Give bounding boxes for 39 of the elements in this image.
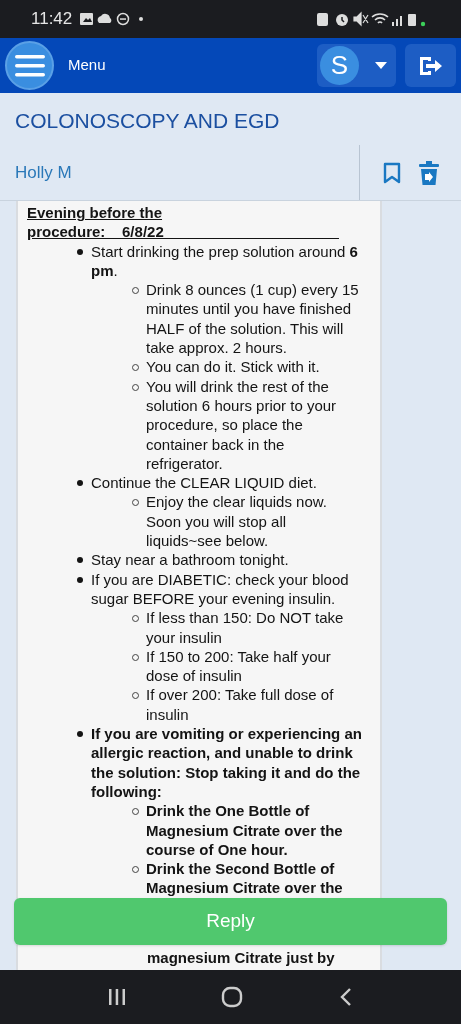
logout-button[interactable] (405, 44, 456, 87)
logout-icon (417, 54, 444, 77)
list-item-text: Enjoy the clear liquids now. Soon you will stop all liquids~see below. (146, 492, 328, 551)
bullet-icon (77, 731, 83, 737)
user-avatar: S (320, 46, 359, 85)
topic-title: COLONOSCOPY AND EGD (15, 108, 281, 134)
bullet-icon (77, 557, 83, 564)
reply-button[interactable]: Reply (14, 898, 447, 945)
list-item-text: If you are vomiting or experiencing an allergic reaction, and unable to drink the solution: Stop taking it and do the following: (91, 724, 363, 802)
list-item-text: magnesium Citrate just by (146, 947, 336, 968)
list-item-text: Continue the CLEAR LIQUID diet. (91, 473, 317, 493)
trash-icon (419, 160, 439, 185)
bullet-icon (77, 480, 83, 487)
back-icon[interactable] (339, 987, 354, 1007)
home-icon[interactable] (221, 986, 244, 1008)
list-item-text: Drink the Second Bottle of Magnesium Citrate over the (146, 859, 344, 898)
author-name: Holly M (15, 161, 73, 184)
list-item-text: You can do it. Stick with it. (146, 357, 321, 377)
clock: 11:42 (31, 8, 73, 31)
menu-label: Menu (68, 55, 106, 76)
list-item-text: If you are DIABETIC: check your blood sugar BEFORE your evening insulin. (91, 569, 350, 609)
bookmark-icon (383, 161, 401, 184)
account-button[interactable]: S (317, 44, 396, 87)
recent-apps-icon[interactable] (107, 988, 126, 1006)
list-item-text: If over 200: Take full dose of insulin (146, 685, 335, 724)
caret-icon (375, 62, 387, 69)
menu-icon (14, 53, 45, 78)
bullet-icon (77, 248, 83, 255)
list-item-text: Drink the One Bottle of Magnesium Citrate over the course of One hour. (146, 801, 344, 860)
delete-button[interactable] (417, 158, 441, 187)
list-item-text: You will drink the rest of the solution 6 hours prior to your procedure, so place the container back in the refrigerator. (146, 376, 338, 474)
list-item-text: If less than 150: Do NOT take your insulin (146, 608, 345, 647)
list-item-text: If 150 to 200: Take half your dose of insulin (146, 646, 332, 686)
bullet-icon (77, 576, 83, 583)
section-heading: Evening before the procedure:__6/8/22_____________________ (26, 203, 340, 242)
menu-button[interactable] (5, 41, 54, 90)
list-item-text: Start drinking the prep solution around 6 pm. (91, 241, 359, 281)
list-item-text: Stay near a bathroom tonight. (91, 550, 289, 570)
list-item-text: Drink 8 ounces (1 cup) every 15 minutes until you have finished HALF of the solution. This will take approx. 2 hours. (146, 280, 360, 358)
